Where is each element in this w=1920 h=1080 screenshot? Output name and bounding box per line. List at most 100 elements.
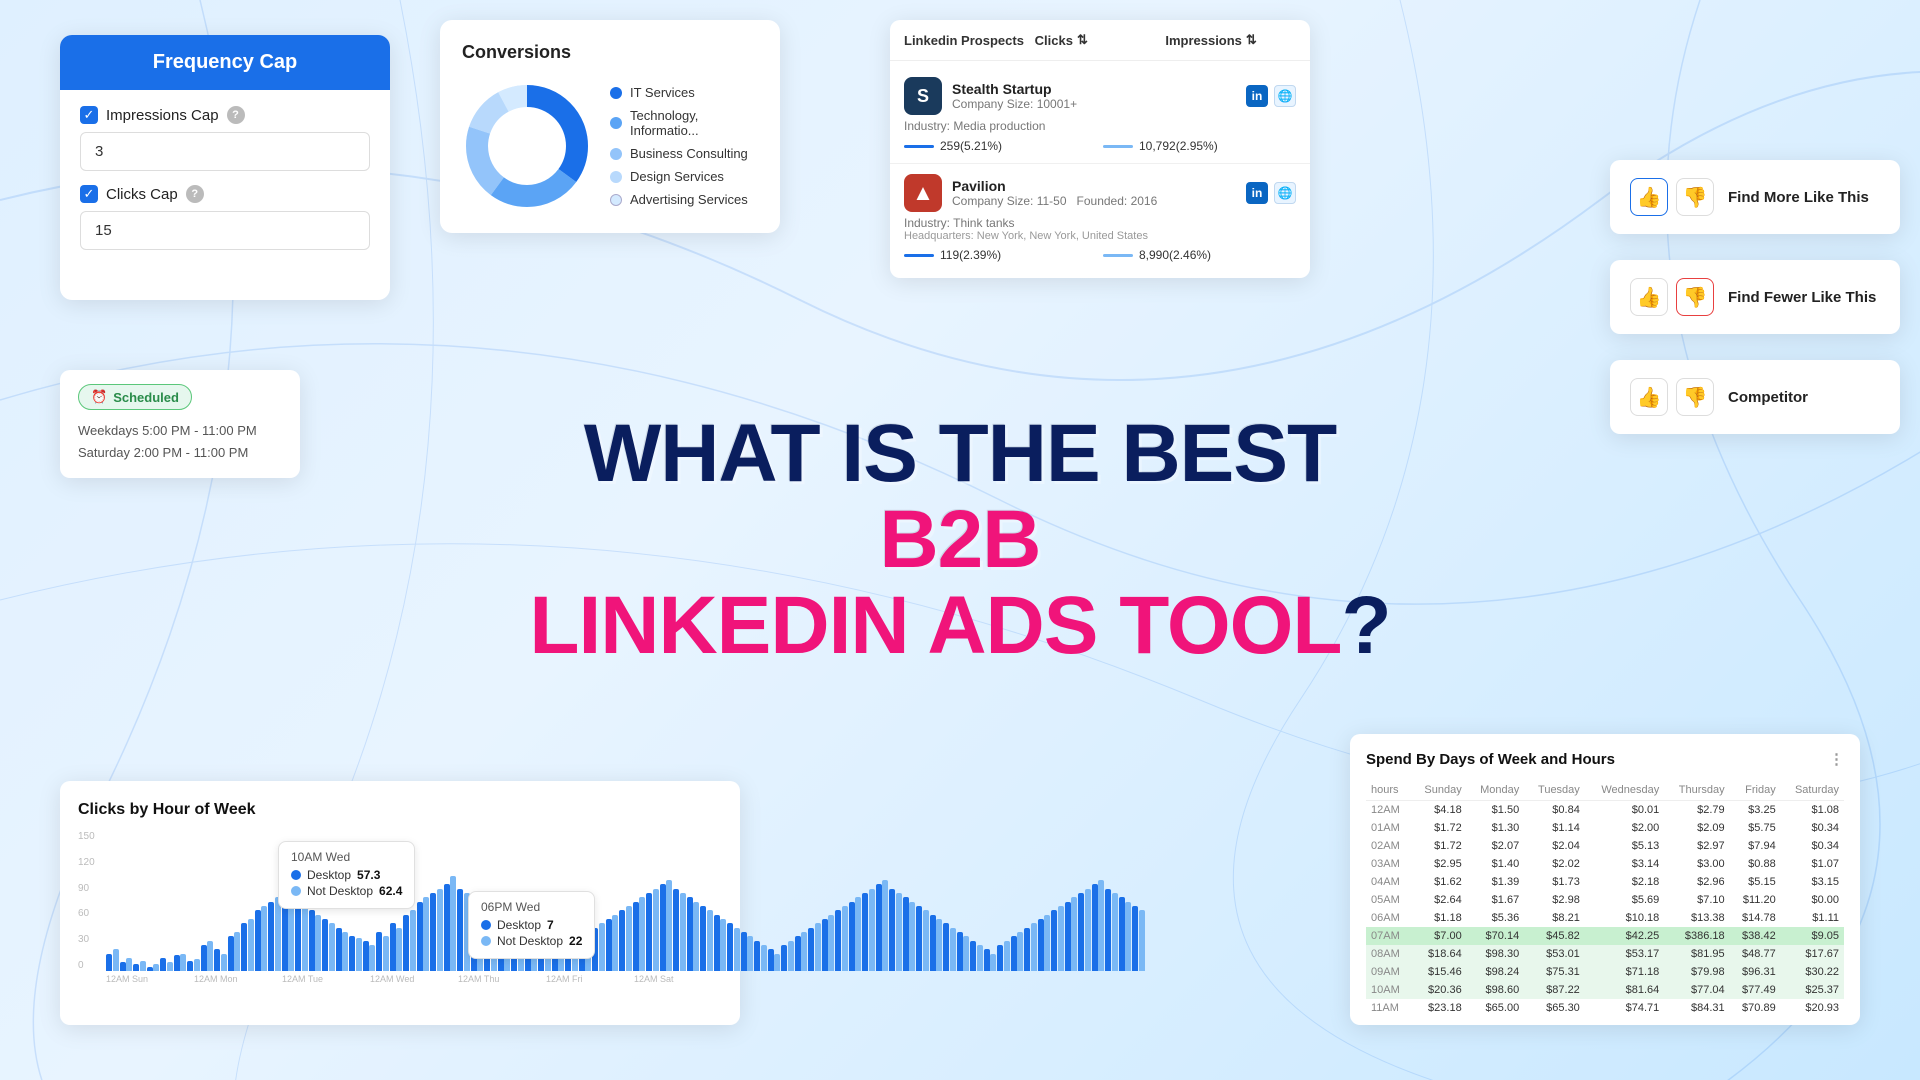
bar-desktop-61 — [930, 915, 936, 971]
find-fewer-label: Find Fewer Like This — [1728, 289, 1876, 306]
spend-row-0: 12AM$4.18$1.50$0.84$0.01$2.79$3.25$1.08 — [1366, 801, 1844, 820]
bar-desktop-53 — [822, 919, 828, 971]
tooltip-time-1: 10AM Wed — [291, 850, 402, 864]
legend-label-4: Design Services — [630, 169, 724, 184]
bar-group-7 — [201, 941, 214, 971]
spend-row-10: 10AM$20.36$98.60$87.22$81.64$77.04$77.49… — [1366, 981, 1844, 999]
prospect-avatar-1: S — [904, 77, 942, 115]
bar-desktop-69 — [1038, 919, 1044, 971]
clicks-cap-checkbox[interactable]: ✓ — [80, 185, 98, 203]
scheduled-label: Scheduled — [113, 390, 179, 405]
bar-group-1 — [120, 958, 133, 971]
bar-desktop-20 — [376, 932, 382, 971]
bar-desktop-18 — [349, 936, 355, 971]
web-link-2[interactable]: 🌐 — [1274, 182, 1296, 204]
linkedin-link-1[interactable]: in — [1246, 85, 1268, 107]
bar-notdesktop-44 — [707, 910, 713, 971]
bar-notdesktop-72 — [1085, 889, 1091, 971]
frequency-cap-body: ✓ Impressions Cap ? ✓ Clicks Cap ? — [60, 90, 390, 280]
bar-desktop-21 — [390, 923, 396, 971]
legend-dot-5 — [610, 194, 622, 206]
thumbs-up-active[interactable]: 👍 — [1630, 178, 1668, 216]
bar-notdesktop-15 — [315, 915, 321, 971]
bar-desktop-51 — [795, 936, 801, 971]
impressions-cap-help[interactable]: ? — [227, 106, 245, 124]
prospect-industry-1: Industry: Media production — [904, 119, 1296, 133]
thumbs-down-active[interactable]: 👎 — [1676, 278, 1714, 316]
thumbs-up-inactive[interactable]: 👍 — [1630, 278, 1668, 316]
bar-desktop-7 — [201, 945, 207, 971]
bar-notdesktop-46 — [734, 928, 740, 971]
prospect-industry-2: Industry: Think tanks — [904, 216, 1296, 230]
bar-group-24 — [430, 889, 443, 971]
competitor-thumbs-up[interactable]: 👍 — [1630, 378, 1668, 416]
linkedin-link-2[interactable]: in — [1246, 182, 1268, 204]
y-axis-labels: 150 120 90 60 30 0 — [78, 831, 104, 971]
bar-notdesktop-56 — [869, 889, 875, 971]
bar-notdesktop-47 — [747, 936, 753, 971]
bar-notdesktop-52 — [815, 923, 821, 971]
spend-row-5: 05AM$2.64$1.67$2.98$5.69$7.10$11.20$0.00 — [1366, 891, 1844, 909]
spend-row-1: 01AM$1.72$1.30$1.14$2.00$2.09$5.75$0.34 — [1366, 819, 1844, 837]
bar-group-53 — [822, 915, 835, 971]
impressions-cap-input[interactable] — [80, 132, 370, 171]
bar-notdesktop-39 — [639, 897, 645, 971]
prospect-hq-2: Headquarters: New York, New York, United… — [904, 230, 1296, 242]
bar-group-42 — [673, 889, 686, 971]
clicks-chart-area: 150 120 90 60 30 0 12AM Sun12AM Mon12AM … — [78, 831, 722, 1011]
bar-notdesktop-42 — [680, 893, 686, 971]
bar-notdesktop-20 — [383, 936, 389, 971]
tooltip-dot-desktop-1 — [291, 870, 301, 880]
bar-desktop-38 — [619, 910, 625, 971]
legend-label-1: IT Services — [630, 85, 695, 100]
bar-group-38 — [619, 906, 632, 971]
bar-notdesktop-45 — [720, 919, 726, 971]
bar-group-56 — [862, 889, 875, 971]
bar-desktop-19 — [363, 941, 369, 971]
bar-desktop-67 — [1011, 936, 1017, 971]
prospects-body: S Stealth Startup Company Size: 10001+ i… — [890, 61, 1310, 278]
clicks-column-header[interactable]: Clicks ⇅ — [1035, 32, 1166, 48]
bar-notdesktop-58 — [896, 893, 902, 971]
bar-notdesktop-69 — [1044, 915, 1050, 971]
conversions-body: IT Services Technology, Informatio... Bu… — [462, 81, 758, 211]
prospect-row-1: S Stealth Startup Company Size: 10001+ i… — [890, 67, 1310, 164]
legend-dot-3 — [610, 148, 622, 160]
prospects-card: Linkedin Prospects Clicks ⇅ Impressions … — [890, 20, 1310, 278]
prospects-title: Linkedin Prospects — [904, 33, 1035, 48]
bar-group-37 — [606, 915, 619, 971]
bar-group-49 — [768, 949, 781, 971]
clicks-cap-help[interactable]: ? — [186, 185, 204, 203]
bar-group-12 — [268, 897, 281, 971]
headline-area: WHAT IS THE BEST B2B LINKEDIN ADS TOOL? — [510, 411, 1410, 669]
bar-notdesktop-7 — [207, 941, 213, 971]
headline-question: ? — [1342, 580, 1391, 671]
bar-notdesktop-6 — [194, 959, 200, 971]
clicks-cap-input[interactable] — [80, 211, 370, 250]
bar-group-22 — [403, 910, 416, 971]
conversions-title: Conversions — [462, 42, 758, 63]
bar-desktop-25 — [444, 884, 450, 971]
tooltip-dot-notdesktop-2 — [481, 936, 491, 946]
bar-desktop-48 — [754, 941, 760, 971]
spend-row-7: 07AM$7.00$70.14$45.82$42.25$386.18$38.42… — [1366, 927, 1844, 945]
spend-title: Spend By Days of Week and Hours ⋮ — [1366, 750, 1844, 768]
headline-line1: WHAT IS THE BEST B2B — [510, 411, 1410, 583]
bar-desktop-2 — [133, 964, 139, 971]
bar-group-67 — [1011, 932, 1024, 971]
bar-group-70 — [1051, 906, 1064, 971]
web-link-1[interactable]: 🌐 — [1274, 85, 1296, 107]
spend-options-icon[interactable]: ⋮ — [1829, 750, 1844, 768]
impressions-column-header[interactable]: Impressions ⇅ — [1165, 32, 1296, 48]
bar-notdesktop-36 — [599, 923, 605, 971]
col-saturday: Saturday — [1781, 780, 1844, 801]
spend-table-body: 12AM$4.18$1.50$0.84$0.01$2.79$3.25$1.080… — [1366, 801, 1844, 1018]
impressions-cap-checkbox[interactable]: ✓ — [80, 106, 98, 124]
thumbs-down[interactable]: 👎 — [1676, 178, 1714, 216]
bar-notdesktop-76 — [1139, 910, 1145, 971]
tooltip-time-2: 06PM Wed — [481, 900, 582, 914]
impressions-cap-row: ✓ Impressions Cap ? — [80, 106, 370, 171]
competitor-thumbs-down[interactable]: 👎 — [1676, 378, 1714, 416]
bar-desktop-4 — [160, 958, 166, 971]
bar-notdesktop-61 — [936, 919, 942, 971]
